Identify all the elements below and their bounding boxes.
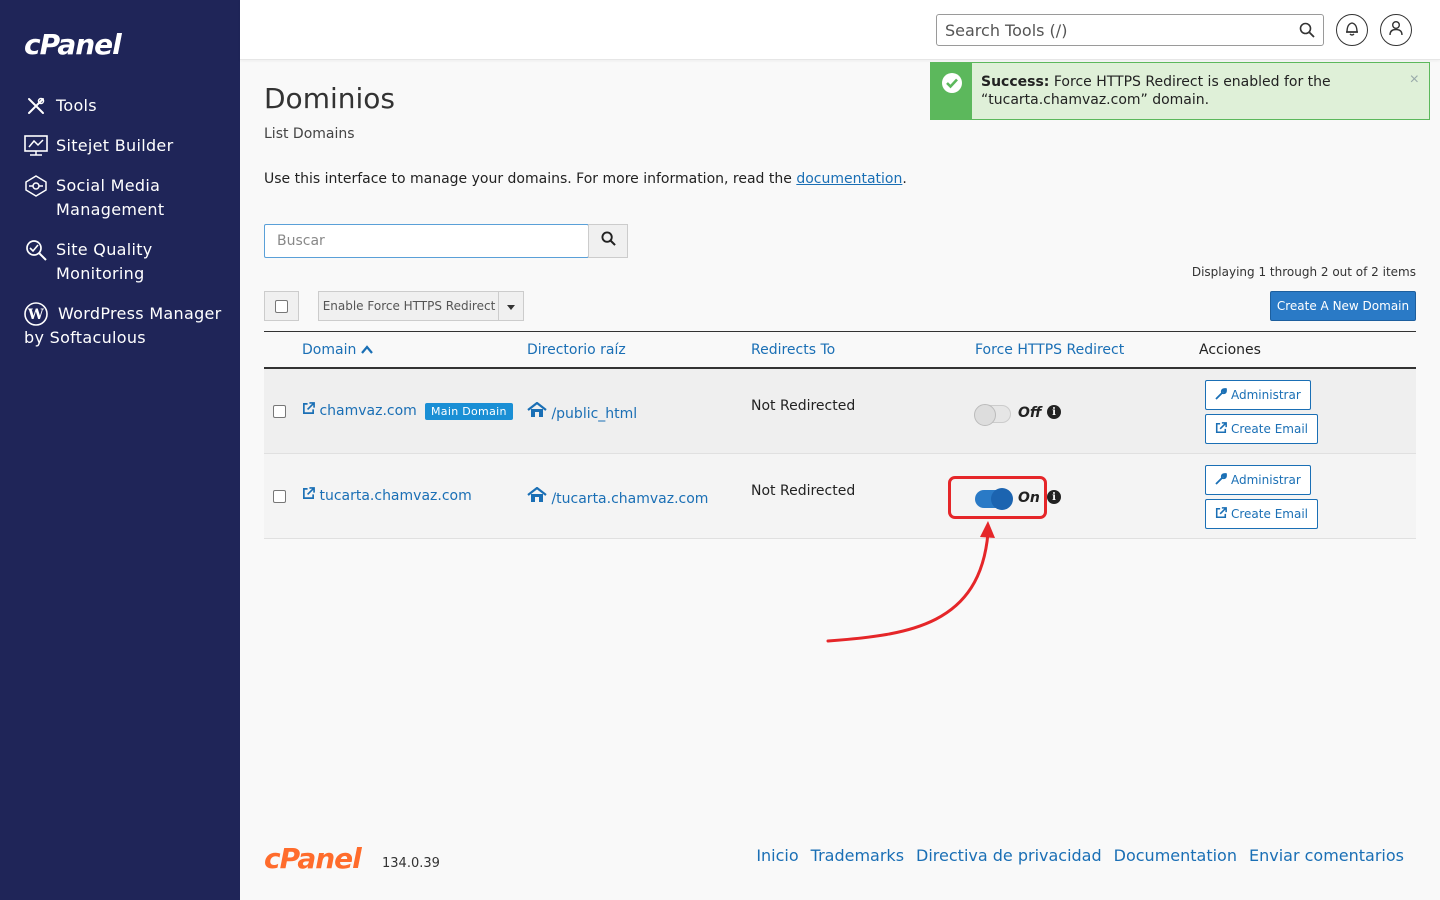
footer-link-privacy[interactable]: Directiva de privacidad — [916, 846, 1102, 865]
domain-search-button[interactable] — [588, 224, 628, 258]
home-icon — [527, 401, 547, 422]
domain-link[interactable]: chamvaz.com — [302, 402, 417, 419]
intro-end: . — [902, 171, 907, 187]
version-label: 134.0.39 — [382, 856, 440, 871]
sidebar-nav: Tools Sitejet Builder Social Media Manag… — [24, 94, 224, 366]
sidebar-item-label: Tools — [56, 96, 97, 115]
external-link-icon — [302, 487, 315, 504]
page-title: Dominios — [264, 82, 395, 115]
sidebar-item-label: Site Quality Monitoring — [56, 240, 153, 283]
footer-link-documentation[interactable]: Documentation — [1114, 846, 1237, 865]
pagination-summary: Displaying 1 through 2 out of 2 items — [1191, 265, 1416, 279]
create-domain-button[interactable]: Create A New Domain — [1270, 291, 1416, 321]
search-icon[interactable] — [1299, 22, 1315, 43]
alert-message: Success: Force HTTPS Redirect is enabled… — [972, 63, 1392, 119]
footer-link-trademarks[interactable]: Trademarks — [811, 846, 904, 865]
alert-title: Success: — [981, 74, 1050, 90]
cpanel-logo[interactable]: cPanel — [24, 28, 122, 61]
caret-down-icon — [507, 297, 515, 315]
close-icon[interactable]: × — [1410, 71, 1419, 89]
social-media-icon — [24, 174, 48, 198]
chevron-up-icon — [360, 342, 373, 358]
root-column-header[interactable]: Directorio raíz — [527, 342, 626, 358]
site-quality-icon — [24, 238, 48, 262]
https-column-header[interactable]: Force HTTPS Redirect — [975, 342, 1124, 358]
domains-table: Domain Directorio raíz Redirects To Forc… — [264, 331, 1416, 539]
page-subtitle: List Domains — [264, 126, 355, 142]
sidebar-item-label: WordPress Manager by Softaculous — [24, 304, 222, 347]
check-circle-icon — [941, 73, 962, 98]
notifications-button[interactable] — [1336, 14, 1368, 46]
sidebar-item-label: Sitejet Builder — [56, 136, 174, 155]
search-tools-input[interactable] — [937, 15, 1277, 45]
toggle-state-label: Off — [1018, 405, 1042, 421]
redirect-status: Not Redirected — [751, 398, 856, 414]
sidebar-item-tools[interactable]: Tools — [24, 94, 224, 118]
https-redirect-toggle[interactable] — [974, 404, 1011, 426]
redirect-status: Not Redirected — [751, 483, 856, 499]
create-email-button[interactable]: Create Email — [1205, 499, 1318, 529]
external-link-icon — [1215, 506, 1231, 522]
create-email-button[interactable]: Create Email — [1205, 414, 1318, 444]
bulk-action-dropdown[interactable] — [498, 291, 524, 321]
user-menu-button[interactable] — [1380, 14, 1412, 46]
select-all-checkbox[interactable] — [275, 299, 288, 313]
search-tools-field[interactable] — [936, 14, 1324, 46]
bulk-action-button[interactable]: Enable Force HTTPS Redirect — [318, 291, 500, 321]
wordpress-icon: W — [24, 302, 48, 326]
sidebar-item-sitejet[interactable]: Sitejet Builder — [24, 134, 224, 158]
tools-icon — [24, 94, 48, 118]
documentation-link[interactable]: documentation — [796, 171, 902, 187]
document-root-link[interactable]: /public_html — [527, 401, 637, 422]
select-all-checkbox-wrapper[interactable] — [264, 291, 299, 321]
sidebar-item-label: Social Media Management — [56, 176, 165, 219]
domain-search-input[interactable] — [265, 225, 588, 257]
home-icon — [527, 486, 547, 507]
info-icon[interactable]: i — [1047, 490, 1061, 504]
info-icon[interactable]: i — [1047, 405, 1061, 419]
sidebar-item-site-quality[interactable]: Site Quality Monitoring — [24, 238, 224, 286]
redirects-column-header[interactable]: Redirects To — [751, 342, 835, 358]
annotation-highlight-box — [948, 476, 1047, 519]
footer-cpanel-logo: cPanel — [264, 842, 362, 875]
row-checkbox[interactable] — [273, 490, 286, 503]
manage-button[interactable]: Administrar — [1205, 380, 1311, 410]
bell-icon — [1345, 20, 1359, 41]
manage-button[interactable]: Administrar — [1205, 465, 1311, 495]
table-header: Domain Directorio raíz Redirects To Forc… — [264, 331, 1416, 369]
wrench-icon — [1215, 387, 1231, 403]
intro-text: Use this interface to manage your domain… — [264, 171, 907, 187]
alert-icon-bar — [931, 63, 972, 119]
annotation-arrow — [826, 521, 995, 643]
sitejet-icon — [24, 134, 48, 158]
external-link-icon — [1215, 421, 1231, 437]
user-icon — [1389, 20, 1403, 41]
domain-link[interactable]: tucarta.chamvaz.com — [302, 487, 472, 504]
footer-link-feedback[interactable]: Enviar comentarios — [1249, 846, 1404, 865]
actions-column-header: Acciones — [1199, 342, 1261, 358]
svg-text:W: W — [27, 307, 44, 323]
search-icon — [600, 231, 616, 251]
success-alert: Success: Force HTTPS Redirect is enabled… — [930, 62, 1430, 120]
row-checkbox[interactable] — [273, 405, 286, 418]
sidebar-item-social-media[interactable]: Social Media Management — [24, 174, 224, 222]
footer-link-home[interactable]: Inicio — [756, 846, 798, 865]
main-domain-badge: Main Domain — [425, 403, 513, 420]
toggle-knob — [974, 404, 996, 426]
footer-links: Inicio Trademarks Directiva de privacida… — [756, 846, 1404, 865]
sidebar-item-wordpress[interactable]: W WordPress Manager by Softaculous — [24, 302, 224, 350]
table-row: chamvaz.com Main Domain /public_html Not… — [264, 369, 1416, 454]
domain-column-header[interactable]: Domain — [302, 342, 373, 358]
document-root-link[interactable]: /tucarta.chamvaz.com — [527, 486, 708, 507]
top-bar — [240, 0, 1440, 60]
sidebar: cPanel Tools Sitejet Builder Social Medi… — [0, 0, 240, 900]
wrench-icon — [1215, 472, 1231, 488]
intro-body: Use this interface to manage your domain… — [264, 171, 792, 187]
domain-search-field[interactable] — [264, 224, 589, 258]
external-link-icon — [302, 402, 315, 419]
